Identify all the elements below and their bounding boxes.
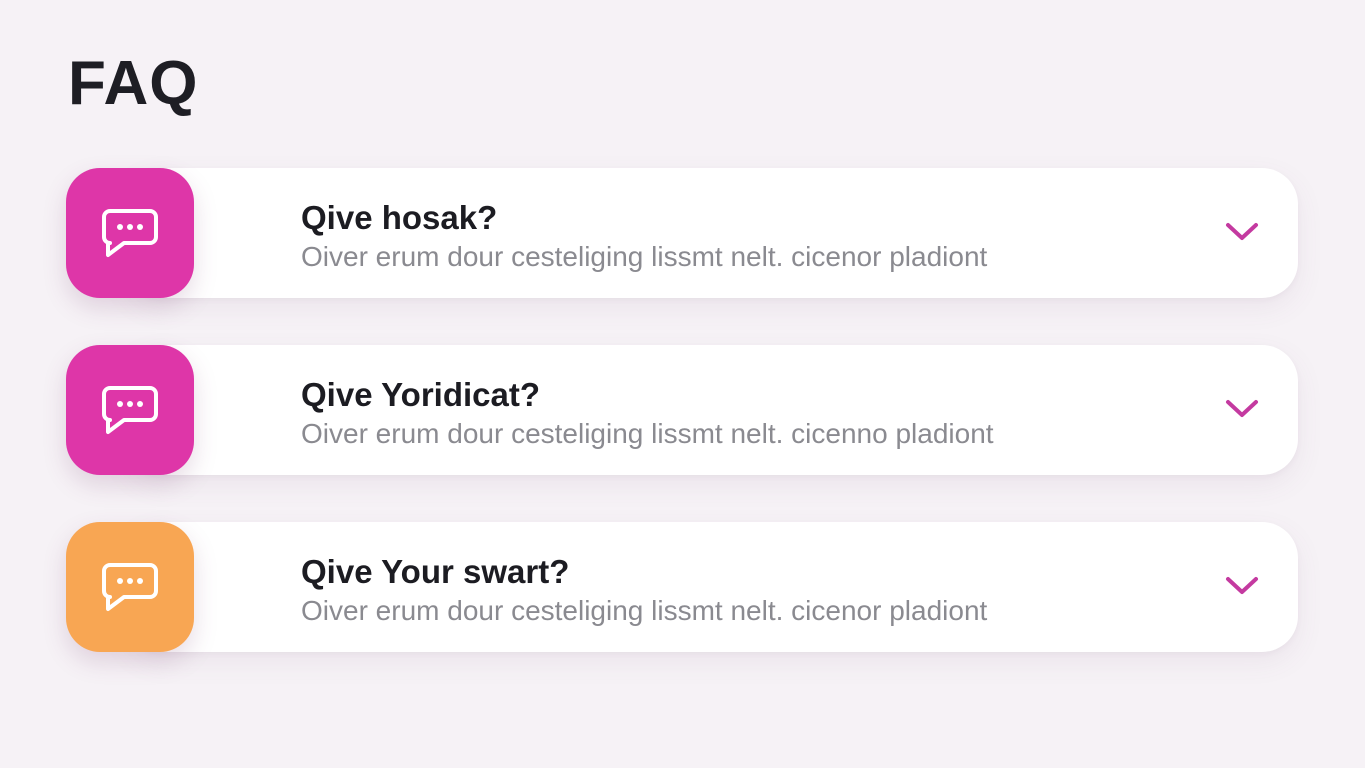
faq-answer: Oiver erum dour cesteliging lissmt nelt.… bbox=[301, 418, 994, 449]
chevron-down-icon[interactable] bbox=[1222, 217, 1262, 247]
faq-card[interactable]: Qive Your swart? Oiver erum dour cesteli… bbox=[124, 522, 1298, 652]
faq-question: Qive hosak? bbox=[301, 199, 498, 236]
faq-question: Qive Your swart? bbox=[301, 553, 570, 590]
faq-card[interactable]: Qive Yoridicat? Oiver erum dour cestelig… bbox=[124, 345, 1298, 475]
faq-item: Qive hosak? Oiver erum dour cesteliging … bbox=[66, 168, 1298, 298]
faq-card[interactable]: Qive hosak? Oiver erum dour cesteliging … bbox=[124, 168, 1298, 298]
faq-answer: Oiver erum dour cesteliging lissmt nelt.… bbox=[301, 241, 988, 272]
faq-list: Qive hosak? Oiver erum dour cesteliging … bbox=[66, 168, 1298, 699]
chat-bubble-icon bbox=[66, 522, 194, 652]
chat-bubble-icon bbox=[66, 345, 194, 475]
faq-question: Qive Yoridicat? bbox=[301, 376, 541, 413]
chevron-down-icon[interactable] bbox=[1222, 571, 1262, 601]
chat-bubble-icon bbox=[66, 168, 194, 298]
page-title: FAQ bbox=[68, 49, 199, 118]
faq-answer: Oiver erum dour cesteliging lissmt nelt.… bbox=[301, 595, 988, 626]
faq-item: Qive Yoridicat? Oiver erum dour cestelig… bbox=[66, 345, 1298, 475]
chevron-down-icon[interactable] bbox=[1222, 394, 1262, 424]
faq-item: Qive Your swart? Oiver erum dour cesteli… bbox=[66, 522, 1298, 652]
